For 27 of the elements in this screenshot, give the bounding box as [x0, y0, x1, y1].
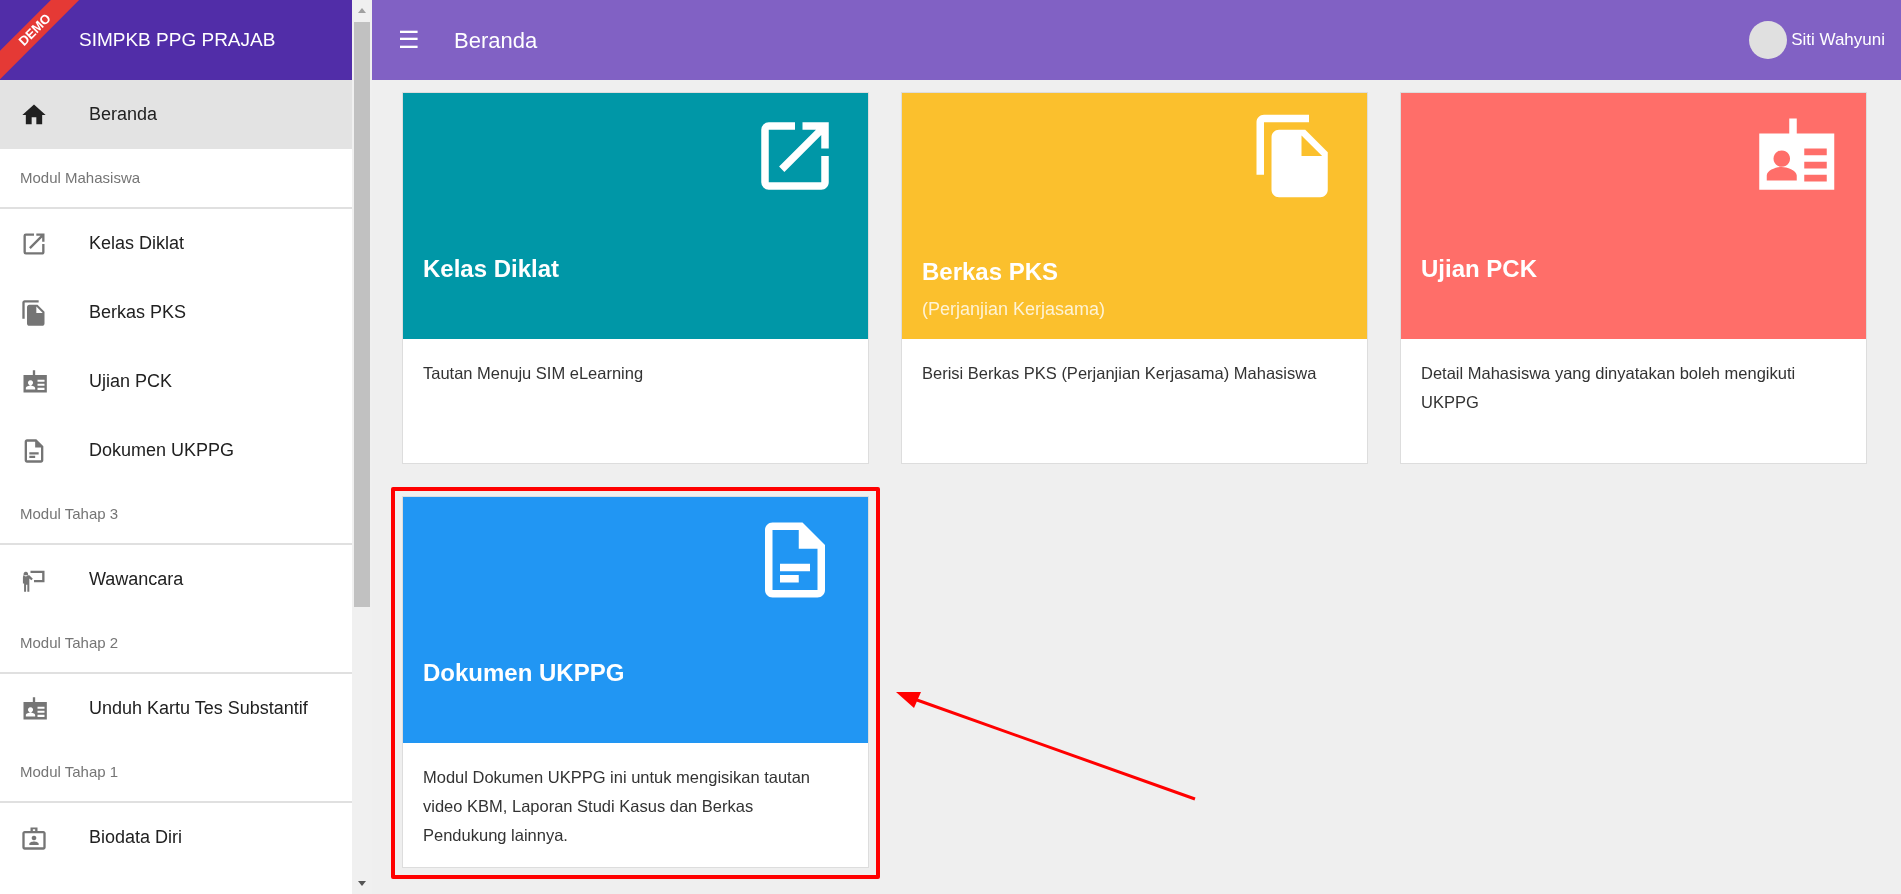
sidebar-item[interactable]: Dokumen UKPPG	[0, 416, 352, 485]
sidebar-item[interactable]: Beranda	[0, 80, 352, 149]
card-description: Modul Dokumen UKPPG ini untuk mengisikan tautan video KBM, Laporan Studi Kasus dan Berkas Pendukung lainnya.	[423, 767, 812, 846]
card-subtitle: (Perjanjian Kerjasama)	[922, 298, 1107, 321]
card-title: Kelas Diklat	[423, 254, 561, 284]
card-title: Berkas PKS	[922, 257, 1060, 287]
user-name[interactable]: Siti Wahyuni	[1791, 27, 1885, 53]
card-banner[interactable]: Kelas Diklat	[403, 93, 868, 339]
page-title: Beranda	[454, 26, 538, 55]
card-title: Dokumen UKPPG	[423, 658, 626, 688]
avatar[interactable]	[1749, 21, 1788, 59]
sidebar-item[interactable]: Ujian PCK	[0, 347, 352, 416]
card-description: Berisi Berkas PKS (Perjanjian Kerjasama) Mahasiswa	[922, 363, 1318, 384]
sidebar-item[interactable]: Unduh Kartu Tes Substantif	[0, 674, 352, 743]
app-title: SIMPKB PPG PRAJAB	[79, 27, 276, 52]
sidebar-item[interactable]: Wawancara	[0, 545, 352, 614]
card-description: Detail Mahasiswa yang dinyatakan boleh mengikuti UKPPG	[1421, 363, 1797, 413]
documents-icon	[20, 298, 48, 327]
scroll-down-icon[interactable]	[357, 880, 367, 888]
sidebar-item[interactable]: Berkas PKS	[0, 278, 352, 347]
sidebar-item[interactable]: Biodata Diri	[0, 803, 352, 872]
card-title: Ujian PCK	[1421, 254, 1538, 284]
scroll-up-icon[interactable]	[357, 6, 367, 14]
scrollbar[interactable]	[352, 0, 372, 894]
sidebar-item[interactable]: Kelas Diklat	[0, 209, 352, 278]
card-description: Tautan Menuju SIM eLearning	[423, 363, 645, 384]
menu-button[interactable]: ☰	[398, 28, 420, 52]
